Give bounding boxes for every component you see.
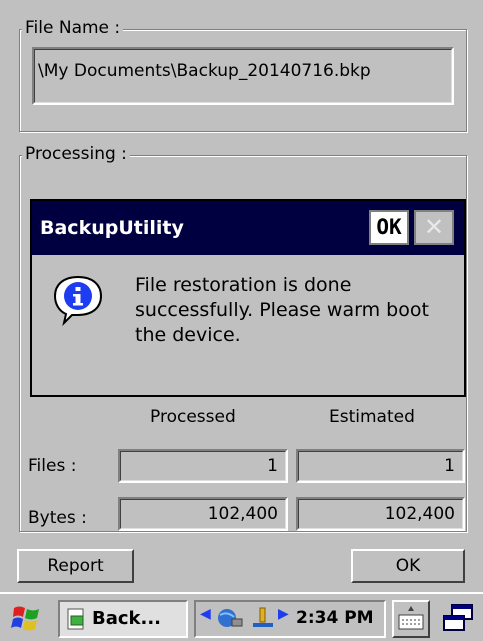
keyboard-icon[interactable] xyxy=(392,600,430,638)
dialog-title: BackupUtility xyxy=(40,217,184,239)
bytes-estimated-field: 102,400 xyxy=(296,497,465,531)
col-processed-header: Processed xyxy=(150,407,236,427)
system-tray: ◀ ▶ 2:34 PM xyxy=(194,600,386,638)
file-path-field: \My Documents\Backup_20140716.bkp xyxy=(32,47,454,105)
tray-left-arrow-icon[interactable]: ◀ xyxy=(200,606,211,622)
files-row-label: Files : xyxy=(28,456,77,476)
backup-app-icon xyxy=(65,607,87,631)
processing-legend: Processing : xyxy=(22,144,130,164)
files-processed-value: 1 xyxy=(267,456,278,476)
clock[interactable]: 2:34 PM xyxy=(296,608,374,628)
files-processed-field: 1 xyxy=(118,449,288,483)
file-name-legend: File Name : xyxy=(22,18,124,38)
info-icon xyxy=(50,271,106,327)
bytes-processed-field: 102,400 xyxy=(118,497,288,531)
taskbar-app-label: Back... xyxy=(92,608,162,629)
dialog-message: File restoration is done successfully. P… xyxy=(135,274,429,346)
file-path-text: \My Documents\Backup_20140716.bkp xyxy=(38,61,371,81)
files-estimated-field: 1 xyxy=(296,449,465,483)
connection-icon[interactable] xyxy=(250,605,276,631)
desktop-switch-icon[interactable] xyxy=(440,602,476,634)
col-estimated-header: Estimated xyxy=(329,407,415,427)
network-icon[interactable] xyxy=(216,605,244,631)
ok-button[interactable]: OK xyxy=(351,549,465,583)
bytes-row-label: Bytes : xyxy=(28,508,87,528)
message-dialog: BackupUtility OK ✕ File restoration is d… xyxy=(30,199,466,397)
taskbar: Back... ◀ ▶ 2:34 PM xyxy=(0,592,483,641)
dialog-close-button[interactable]: ✕ xyxy=(414,210,454,245)
tray-right-arrow-icon[interactable]: ▶ xyxy=(278,606,289,622)
bytes-processed-value: 102,400 xyxy=(207,504,278,524)
dialog-titlebar: BackupUtility OK ✕ xyxy=(32,201,464,255)
files-estimated-value: 1 xyxy=(444,456,455,476)
taskbar-app-button[interactable]: Back... xyxy=(58,600,188,638)
report-button[interactable]: Report xyxy=(17,549,134,583)
windows-flag-icon[interactable] xyxy=(10,602,44,634)
bytes-estimated-value: 102,400 xyxy=(384,504,455,524)
dialog-ok-button[interactable]: OK xyxy=(369,210,409,245)
